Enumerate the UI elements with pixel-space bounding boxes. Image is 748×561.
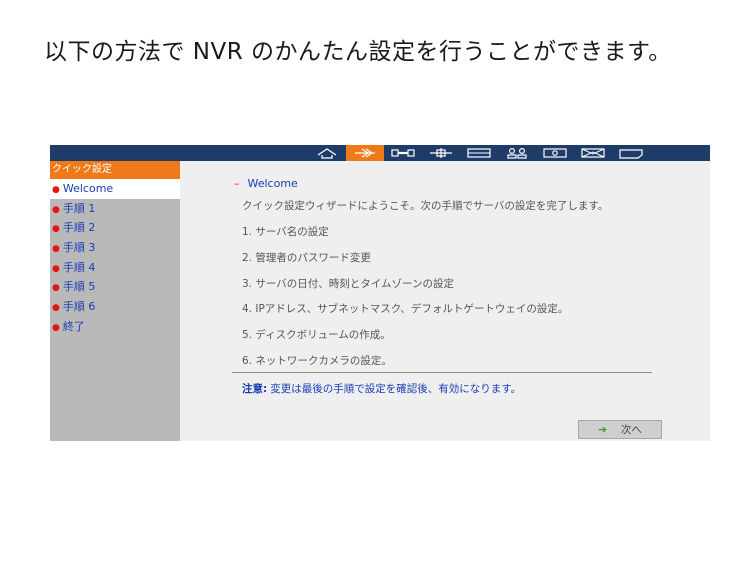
nav-users[interactable] [498,145,536,161]
slide-title: 以下の方法で NVR のかんたん設定を行うことができます。 [44,39,672,65]
nav-icon-group [308,145,650,161]
nav-log[interactable] [612,145,650,161]
steps-list: 1. サーバ名の設定 2. 管理者のパスワード変更 3. サーバの日付、時刻とタ… [242,224,568,379]
sidebar-item-label: 手順 5 [62,280,96,294]
sidebar-item-step-2[interactable]: ● 手順 2 [50,218,180,238]
intro-text: クイック設定ウィザードにようこそ。次の手順でサーバの設定を完了します。 [242,200,609,212]
sidebar-item-step-5[interactable]: ● 手順 5 [50,277,180,297]
collapse-dash-icon: – [234,177,240,190]
nav-quick-setup[interactable] [346,145,384,161]
network-icon [430,148,452,158]
list-item: 5. ディスクボリュームの作成。 [242,329,391,342]
nav-network[interactable] [422,145,460,161]
nvr-app-window: クイック設定 ● Welcome ● 手順 1 ● 手順 2 ● 手順 3 ● 手順 4 … [50,145,710,441]
next-button-label: 次へ [620,424,642,436]
bullet-icon: ● [52,263,60,274]
sidebar-item-step-6[interactable]: ● 手順 6 [50,297,180,317]
sidebar-item-step-3[interactable]: ● 手順 3 [50,238,180,258]
list-item: 2. 管理者のパスワード変更 [242,251,371,264]
divider [232,372,652,373]
nav-mail[interactable] [574,145,612,161]
sidebar-item-label: 手順 2 [62,221,96,235]
list-item: 3. サーバの日付、時刻とタイムゾーンの設定 [242,277,455,290]
storage-icon [467,148,491,158]
bullet-icon: ● [52,322,60,333]
section-title-label: Welcome [247,177,298,190]
list-item: 1. サーバ名の設定 [242,226,329,238]
sidebar-header: クイック設定 [50,161,180,179]
camera-icon [543,148,567,158]
sidebar-item-step-1[interactable]: ● 手順 1 [50,199,180,219]
list-item: 4. IPアドレス、サブネットマスク、デフォルトゲートウェイの設定。 [242,303,569,316]
main-content: – Welcome クイック設定ウィザードにようこそ。次の手順でサーバの設定を完了… [180,161,710,441]
sidebar: クイック設定 ● Welcome ● 手順 1 ● 手順 2 ● 手順 3 ● 手順 4 … [50,161,180,441]
sidebar-item-step-4[interactable]: ● 手順 4 [50,258,180,278]
note-body: 変更は最後の手順で設定を確認後、有効になります。 [270,383,522,395]
sidebar-item-label: 終了 [62,319,85,333]
nav-camera[interactable] [536,145,574,161]
note-label: 注意: [242,383,268,395]
nav-settings[interactable] [384,145,422,161]
sidebar-item-label: 手順 3 [62,241,96,255]
settings-icon [391,149,415,157]
bullet-icon: ● [52,303,60,314]
sidebar-item-label: Welcome [62,182,114,195]
home-icon [317,148,337,159]
nav-home[interactable] [308,145,346,161]
sidebar-item-label: 手順 6 [62,300,96,314]
sidebar-item-finish[interactable]: ● 終了 [50,317,180,337]
bullet-icon: ● [52,244,60,255]
bullet-icon: ● [52,283,60,294]
top-navigation-bar [50,145,710,161]
nav-storage[interactable] [460,145,498,161]
users-icon [507,147,527,159]
sidebar-item-label: 手順 1 [62,201,96,215]
next-button[interactable]: ➔ 次へ [578,420,662,439]
quick-setup-icon [355,148,375,158]
note-text: 注意: 変更は最後の手順で設定を確認後、有効になります。 [242,381,521,396]
sidebar-item-label: 手順 4 [62,260,96,274]
bullet-icon: ● [52,224,60,235]
section-title: – Welcome [234,177,298,190]
log-icon [619,149,643,159]
arrow-right-icon: ➔ [598,423,607,436]
bullet-icon: ● [52,204,60,215]
mail-icon [581,148,605,158]
list-item: 6. ネットワークカメラの設定。 [242,354,392,367]
bullet-icon: ● [52,185,60,195]
sidebar-item-welcome[interactable]: ● Welcome [50,179,180,199]
